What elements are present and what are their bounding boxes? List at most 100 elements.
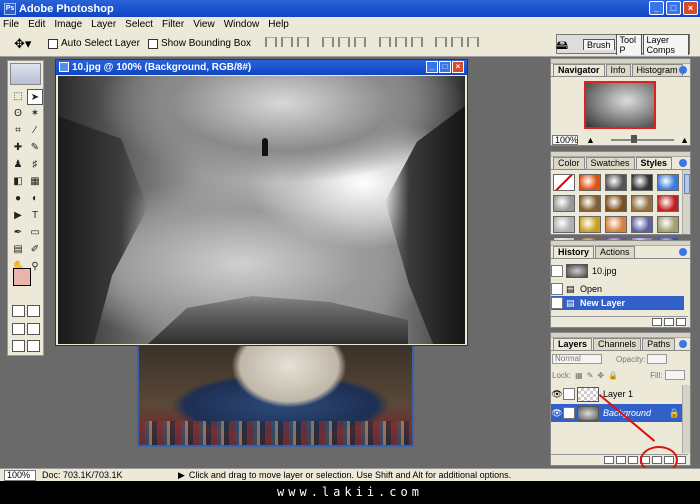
minimize-button[interactable]: _ [649,1,664,15]
layer-link-box[interactable] [563,388,575,400]
palette-tab-layer-comps[interactable]: Layer Comps [642,33,689,55]
canvas-image[interactable] [58,76,465,344]
type-tool-icon[interactable]: T [27,208,43,224]
magic-wand-tool-icon[interactable]: ✶ [27,106,43,122]
file-browser-icon[interactable]: 🖴 [556,36,568,57]
history-source-box[interactable] [551,297,563,309]
standard-screen-mode-icon[interactable] [12,323,25,335]
align-hcenter-icon[interactable] [337,37,350,47]
style-swatch[interactable] [553,216,575,233]
style-swatch[interactable] [553,174,575,191]
lock-transparency-icon[interactable]: ▦ [575,371,583,380]
tab-info[interactable]: Info [605,64,631,76]
doc-minimize-button[interactable]: _ [426,61,438,73]
history-item-open[interactable]: ▤ Open [551,282,684,296]
menu-view[interactable]: View [193,19,215,30]
style-swatch[interactable] [631,216,653,233]
align-top-icon[interactable] [265,37,278,47]
panel-menu-icon[interactable] [679,340,687,348]
style-swatch[interactable] [605,174,627,191]
distribute-top-icon[interactable] [378,37,391,47]
foreground-color-swatch[interactable] [13,268,31,286]
history-source-box[interactable] [551,283,563,295]
path-selection-tool-icon[interactable]: ▶ [10,208,26,224]
lock-position-icon[interactable]: ✥ [597,371,604,380]
style-swatch[interactable] [579,174,601,191]
doc-maximize-button[interactable]: □ [439,61,451,73]
dodge-tool-icon[interactable]: ◐ [27,191,43,207]
healing-brush-tool-icon[interactable]: ✚ [10,140,26,156]
checkmark-icon[interactable] [27,340,40,352]
tab-color[interactable]: Color [553,157,585,169]
distribute-vcenter-icon[interactable] [394,37,407,47]
checkbox-box[interactable] [48,38,58,49]
layer-style-icon[interactable] [616,456,626,464]
move-tool-icon[interactable]: ➤ [27,89,43,105]
tab-histogram[interactable]: Histogram [631,64,683,76]
opacity-field[interactable] [647,354,668,364]
history-source-box[interactable] [551,265,563,277]
zoom-in-icon[interactable]: ▲ [680,135,689,145]
adobe-feather-icon[interactable] [10,63,41,85]
pen-tool-icon[interactable]: ✒ [10,225,26,241]
panel-menu-icon[interactable] [679,248,687,256]
menu-layer[interactable]: Layer [91,19,116,30]
distribute-left-icon[interactable] [435,37,448,47]
fill-field[interactable] [664,370,685,380]
zoom-slider-handle[interactable] [630,134,637,143]
menu-select[interactable]: Select [125,19,153,30]
status-zoom-field[interactable]: 100% [4,469,36,481]
move-tool-preset-icon[interactable]: ✥▾ [14,36,40,52]
style-swatch[interactable] [657,195,679,212]
blur-tool-icon[interactable]: ● [10,191,26,207]
style-swatch[interactable] [579,195,601,212]
show-bounding-box-checkbox[interactable]: Show Bounding Box [147,38,251,49]
eyedropper-tool-icon[interactable]: ✐ [27,242,43,258]
stamp-tool-icon[interactable]: ♟ [10,157,26,173]
layer-row-layer-1[interactable]: 👁 Layer 1 [551,385,684,403]
slice-tool-icon[interactable]: ⁄ [27,123,43,139]
tab-paths[interactable]: Paths [642,338,676,350]
crop-tool-icon[interactable]: ⌗ [10,123,26,139]
menu-edit[interactable]: Edit [28,19,45,30]
style-swatch[interactable] [605,216,627,233]
history-brush-tool-icon[interactable]: ♯ [27,157,43,173]
panel-grip[interactable] [551,333,690,338]
paintbrush-link-icon[interactable] [563,407,575,419]
menu-filter[interactable]: Filter [162,19,184,30]
distribute-bottom-icon[interactable] [410,37,423,47]
align-left-icon[interactable] [321,37,334,47]
panel-grip[interactable] [551,241,690,246]
jump-to-imageready-icon[interactable] [12,340,25,352]
style-swatch[interactable] [605,195,627,212]
style-swatch[interactable] [657,174,679,191]
document-window[interactable]: 10.jpg @ 100% (Background, RGB/8#) _ □ × [55,59,468,346]
add-mask-icon[interactable] [628,456,638,464]
distribute-hcenter-icon[interactable] [451,37,464,47]
panel-menu-icon[interactable] [679,159,687,167]
palette-tab-tool-presets[interactable]: Tool P [615,33,642,55]
panel-grip[interactable] [551,59,690,64]
link-layers-icon[interactable] [604,456,614,464]
panel-grip[interactable] [551,152,690,157]
panel-menu-icon[interactable] [679,66,687,74]
quickmask-mode-icon[interactable] [27,305,40,317]
lasso-tool-icon[interactable]: ʘ [10,106,26,122]
align-bottom-icon[interactable] [297,37,310,47]
document-titlebar[interactable]: 10.jpg @ 100% (Background, RGB/8#) _ □ × [56,60,467,75]
menu-file[interactable]: File [3,19,19,30]
menu-help[interactable]: Help [268,19,289,30]
full-screen-mode-icon[interactable] [27,323,40,335]
layers-scrollbar[interactable] [682,385,690,453]
lock-pixels-icon[interactable]: ✎ [587,371,594,380]
tab-navigator[interactable]: Navigator [553,64,605,76]
history-item-new-layer[interactable]: ▤ New Layer [551,296,684,310]
style-swatch[interactable] [553,195,575,212]
new-document-from-state-icon[interactable] [652,318,662,326]
status-menu-arrow-icon[interactable]: ▶ [178,470,185,481]
eye-icon[interactable]: 👁 [551,389,563,400]
eye-icon[interactable]: 👁 [551,408,563,419]
auto-select-layer-checkbox[interactable]: Auto Select Layer [48,38,140,49]
styles-scrollbar[interactable] [682,170,690,234]
style-swatch[interactable] [657,216,679,233]
